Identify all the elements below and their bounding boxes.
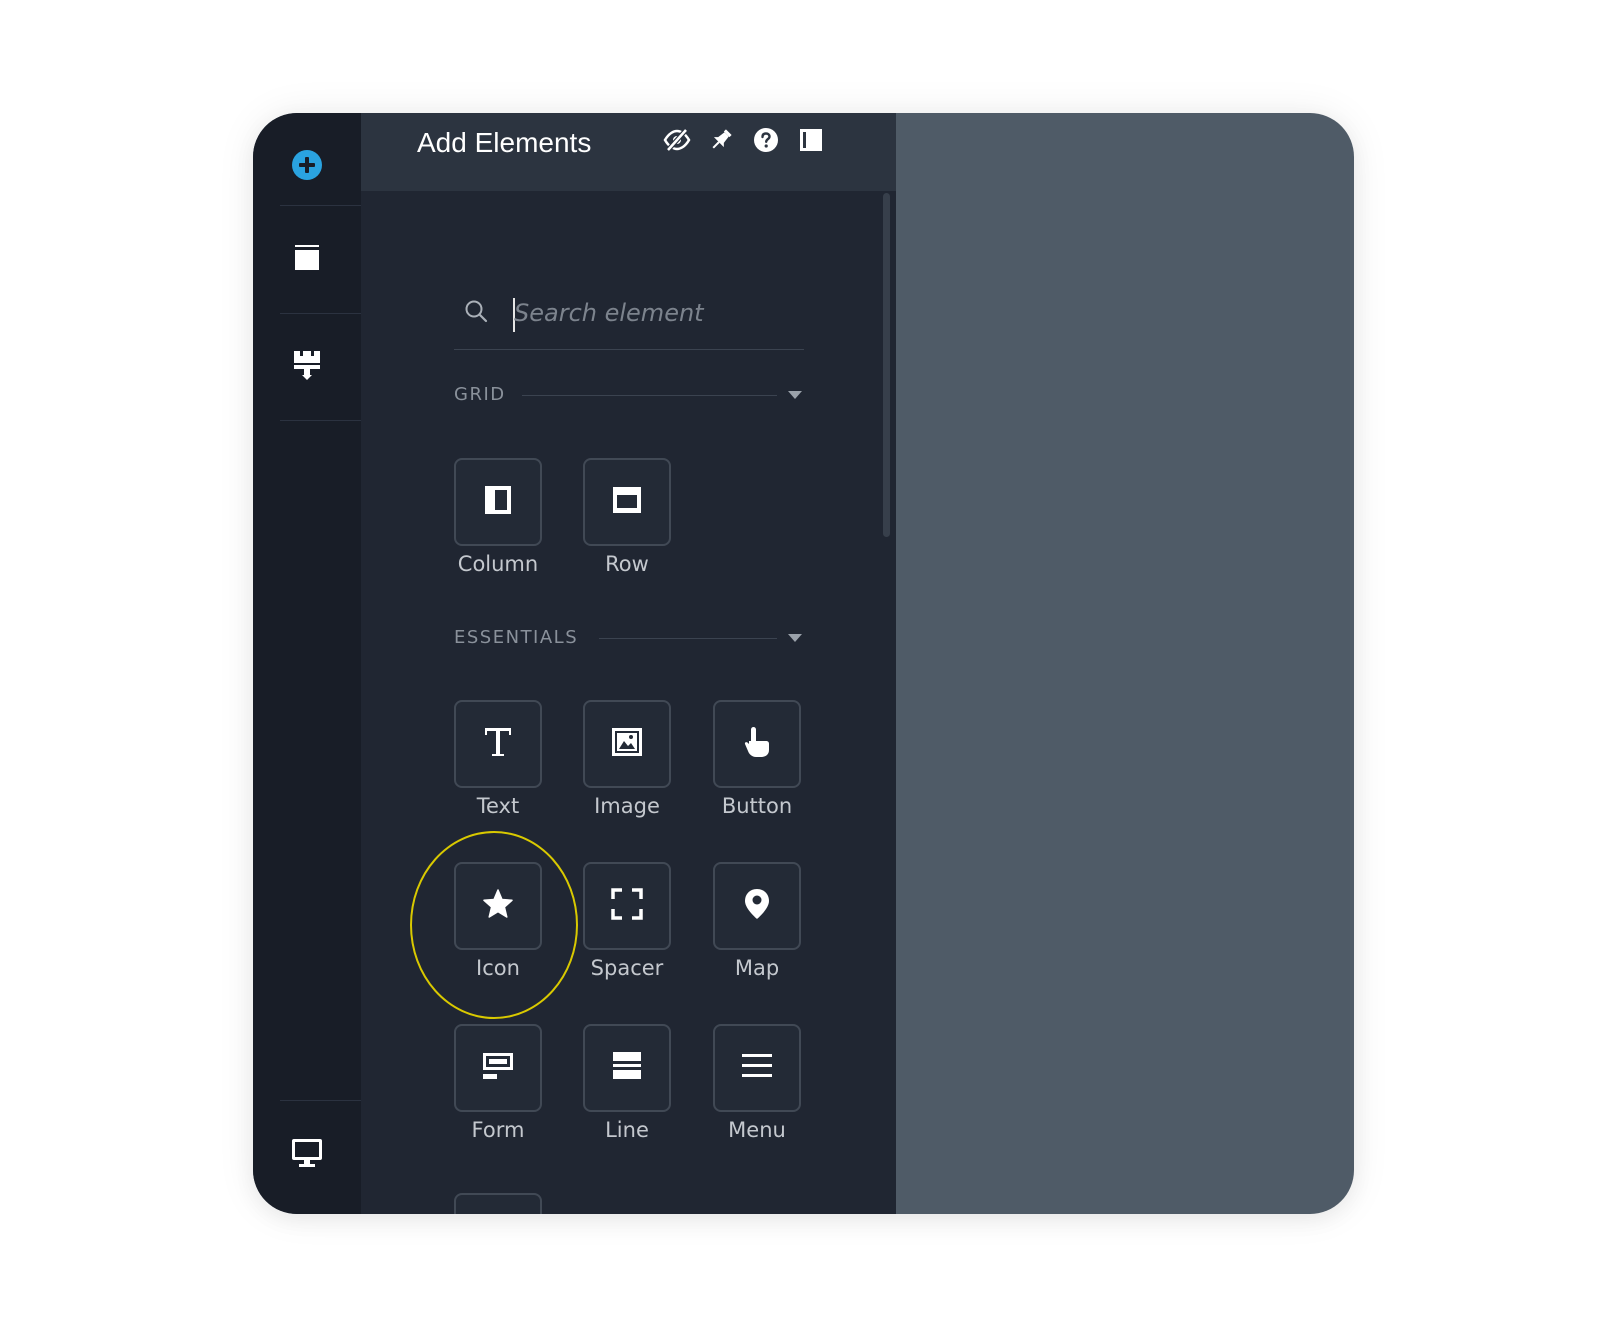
- help-button[interactable]: [749, 125, 783, 159]
- section-label: GRID: [454, 384, 506, 405]
- rail-divider: [280, 420, 361, 421]
- element-tile-map[interactable]: [713, 862, 801, 950]
- element-tile-menu[interactable]: [713, 1024, 801, 1112]
- text-icon: [482, 725, 514, 763]
- section-grid-header: GRID: [454, 383, 804, 407]
- panel-header: Add Elements: [361, 113, 896, 191]
- element-tile-spacer[interactable]: [583, 862, 671, 950]
- pointer-hand-icon: [742, 725, 772, 763]
- element-tile-form[interactable]: [454, 1024, 542, 1112]
- desktop-view-button[interactable]: [253, 1101, 361, 1209]
- spacer-icon: [611, 888, 643, 924]
- form-icon: [481, 1050, 515, 1086]
- star-icon: [482, 888, 514, 924]
- menu-icon: [741, 1052, 773, 1084]
- element-label: Row: [605, 552, 649, 576]
- element-label: Icon: [476, 956, 520, 980]
- element-label: Menu: [728, 1118, 786, 1142]
- element-tile-icon[interactable]: [454, 862, 542, 950]
- eye-off-icon: [663, 128, 691, 156]
- search-box: [454, 277, 804, 350]
- help-icon: [753, 127, 779, 157]
- section-divider: [522, 395, 777, 396]
- search-icon: [464, 299, 490, 329]
- chevron-down-icon[interactable]: [788, 634, 802, 642]
- styles-button[interactable]: [253, 313, 361, 421]
- line-icon: [611, 1050, 643, 1086]
- element-tile-text[interactable]: [454, 700, 542, 788]
- element-label: Spacer: [590, 956, 664, 980]
- element-tile-partial[interactable]: [454, 1193, 542, 1214]
- column-icon: [483, 484, 513, 520]
- search-input[interactable]: [514, 293, 794, 333]
- element-label: Image: [594, 794, 660, 818]
- panel-scrollbar[interactable]: [883, 193, 890, 537]
- element-label: Button: [721, 794, 793, 818]
- row-icon: [611, 485, 643, 519]
- element-tile-image[interactable]: [583, 700, 671, 788]
- panel-title: Add Elements: [417, 127, 592, 158]
- sidebar-toggle-icon: [798, 127, 824, 157]
- section-divider: [599, 638, 777, 639]
- element-label: Column: [457, 552, 539, 576]
- image-icon: [611, 727, 643, 761]
- pages-button[interactable]: [253, 206, 361, 314]
- chevron-down-icon[interactable]: [788, 391, 802, 399]
- map-pin-icon: [743, 887, 771, 925]
- editor-window: Add Elements Search element GRID Column …: [253, 113, 1354, 1214]
- canvas-area[interactable]: [896, 113, 1354, 1214]
- paint-roller-icon: [292, 349, 322, 385]
- pages-icon: [292, 243, 322, 277]
- element-label: Form: [471, 1118, 525, 1142]
- left-rail: [253, 113, 361, 1214]
- element-tile-row[interactable]: [583, 458, 671, 546]
- element-label: Line: [605, 1118, 649, 1142]
- sidebar-toggle-button[interactable]: [794, 125, 828, 159]
- element-tile-column[interactable]: [454, 458, 542, 546]
- section-essentials-header: ESSENTIALS: [454, 626, 804, 650]
- add-icon: [290, 148, 324, 186]
- section-label: ESSENTIALS: [454, 627, 579, 648]
- element-label: Text: [476, 794, 520, 818]
- element-tile-button[interactable]: [713, 700, 801, 788]
- pin-icon: [708, 127, 734, 157]
- hide-button[interactable]: [660, 125, 694, 159]
- desktop-icon: [290, 1136, 324, 1174]
- element-label: Map: [734, 956, 780, 980]
- pin-button[interactable]: [704, 125, 738, 159]
- element-tile-line[interactable]: [583, 1024, 671, 1112]
- add-elements-panel: Add Elements Search element GRID Column …: [361, 113, 896, 1214]
